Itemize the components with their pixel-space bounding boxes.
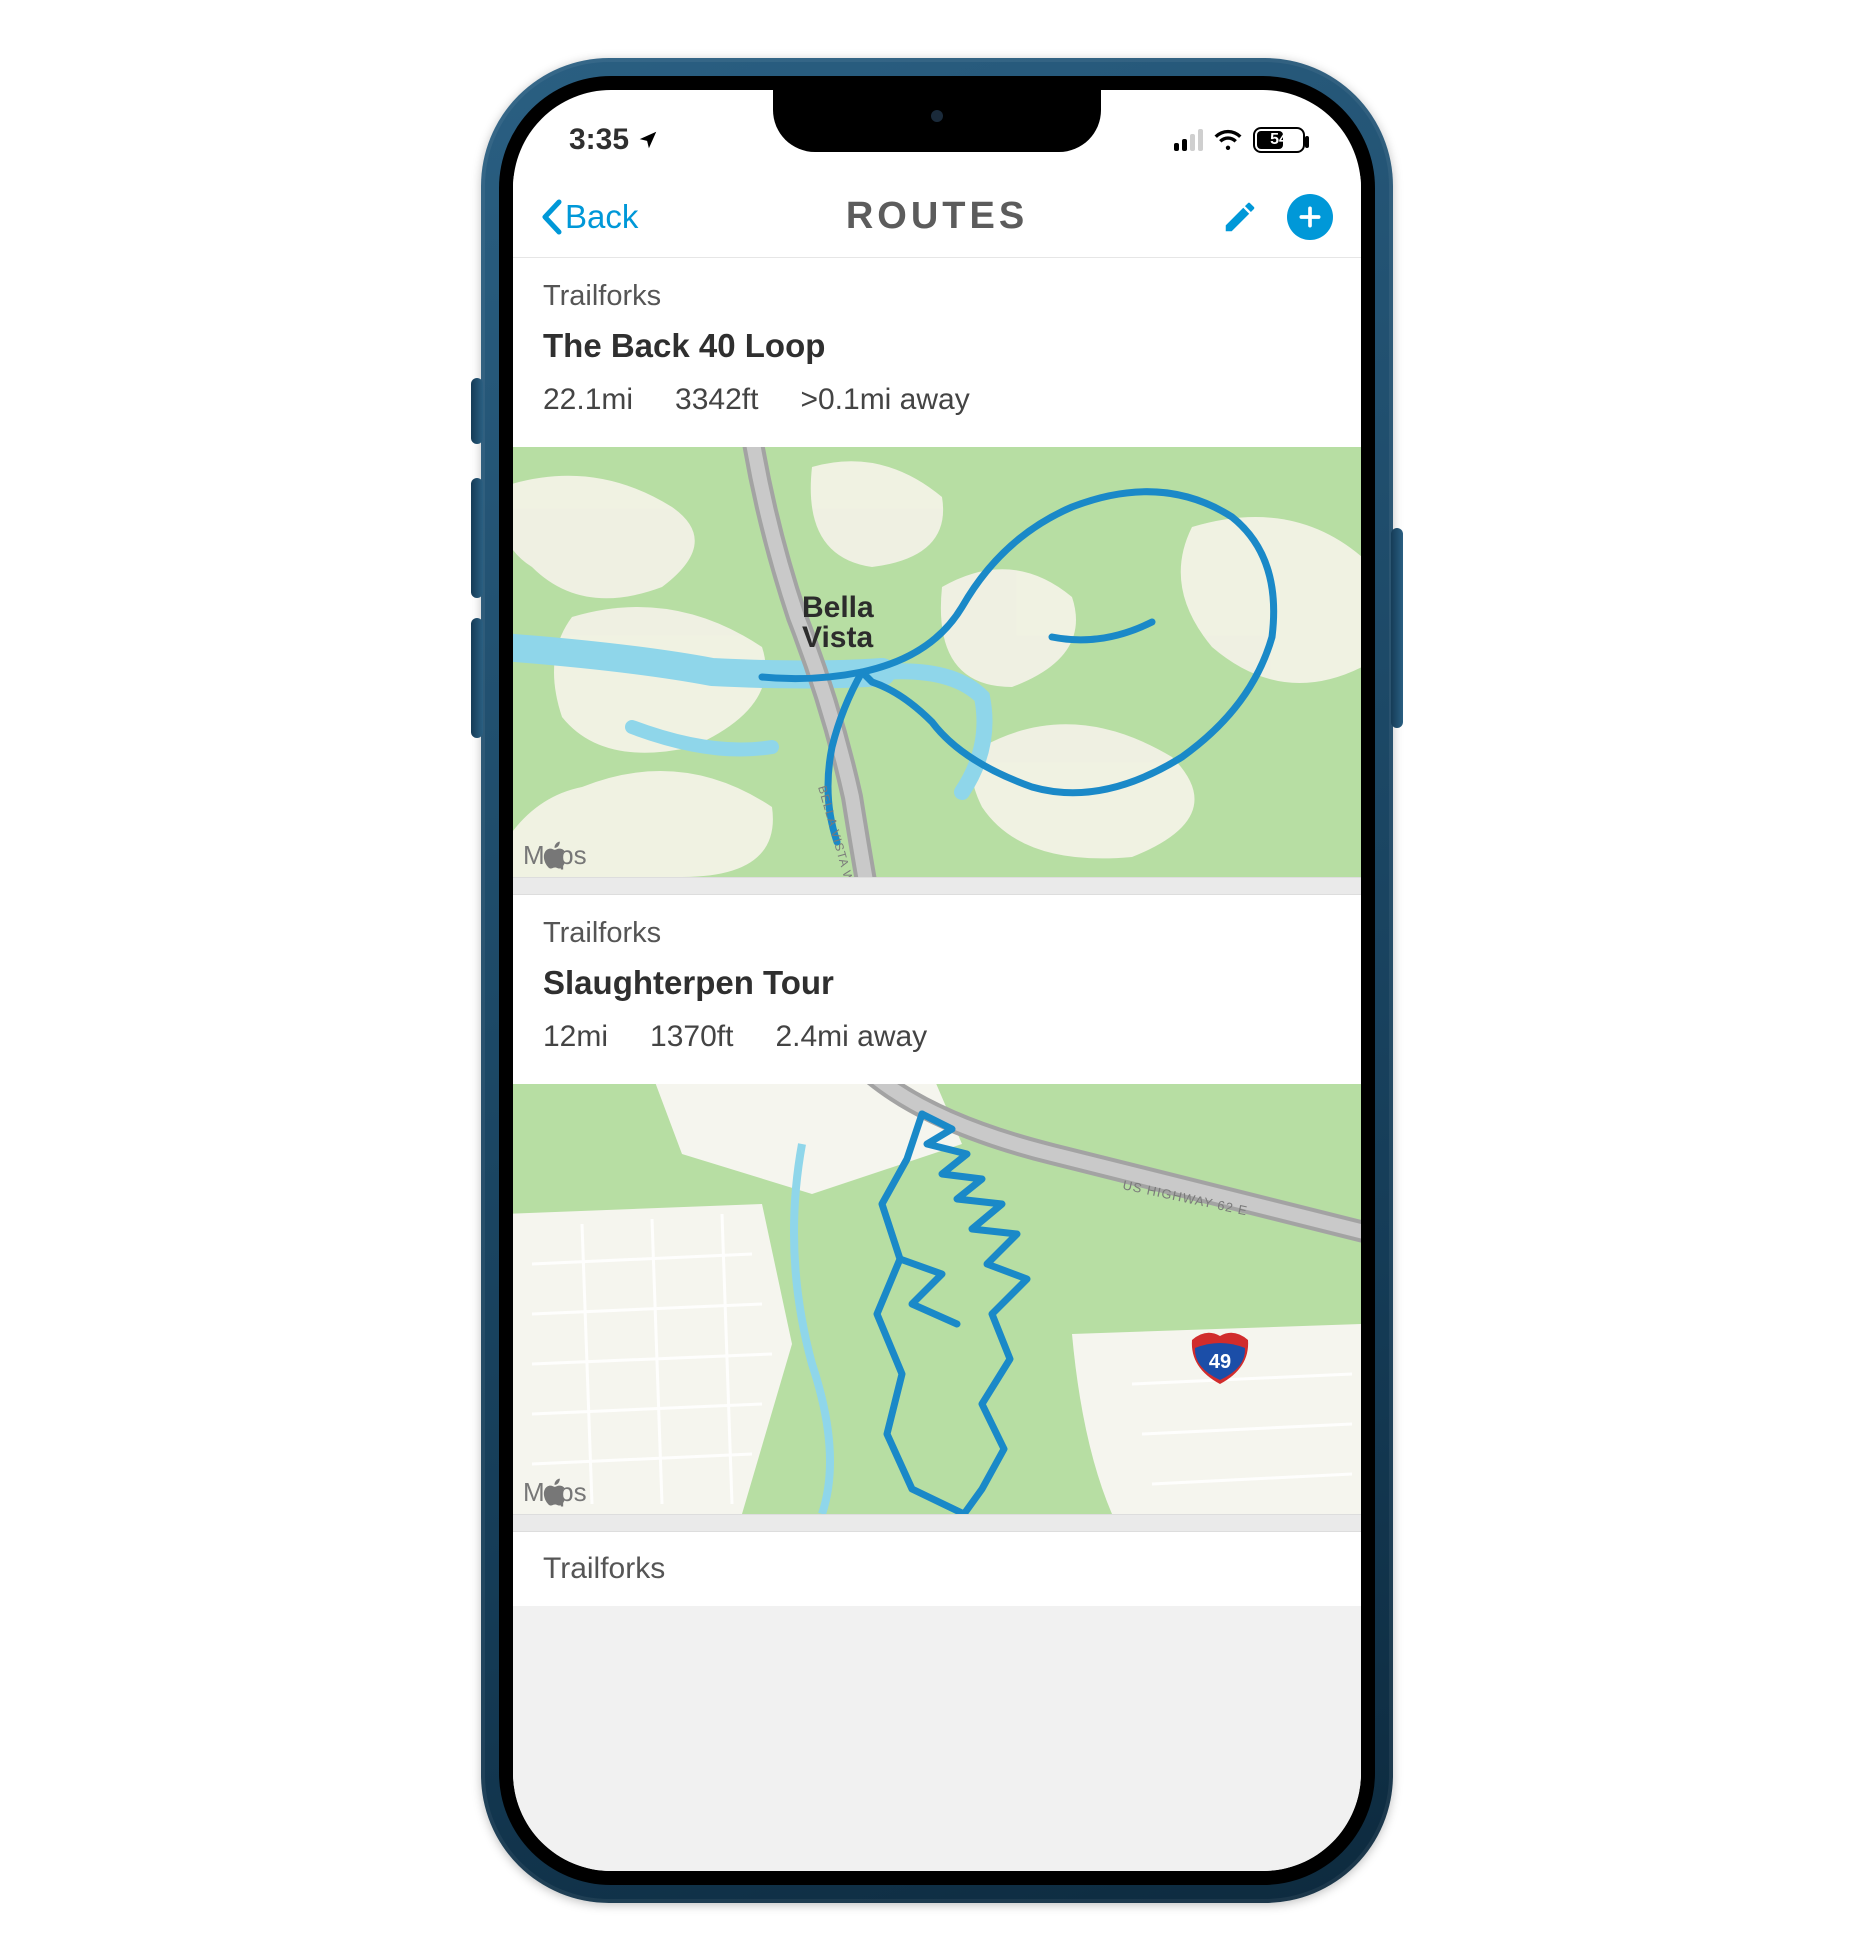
back-label: Back: [565, 198, 638, 236]
cellular-signal-icon: [1174, 129, 1203, 151]
map-canvas: Bella Vista BELLA VISTA WAY: [513, 447, 1361, 877]
route-away: >0.1mi away: [800, 383, 969, 417]
screen: 3:35 54: [513, 90, 1361, 1871]
divider: [513, 1514, 1361, 1532]
route-card[interactable]: Trailforks Slaughterpen Tour 12mi 1370ft…: [513, 895, 1361, 1514]
route-stats: 22.1mi 3342ft >0.1mi away: [543, 383, 1331, 417]
route-source: Trailforks: [543, 917, 1331, 950]
apple-icon: [523, 840, 587, 871]
chevron-left-icon: [539, 198, 563, 236]
route-card[interactable]: Trailforks The Back 40 Loop 22.1mi 3342f…: [513, 258, 1361, 877]
location-arrow-icon: [637, 129, 659, 151]
maps-attribution: Maps: [523, 1477, 587, 1508]
route-map[interactable]: US HIGHWAY 62 E: [513, 1084, 1361, 1514]
wifi-icon: [1213, 129, 1243, 151]
edit-icon[interactable]: [1221, 198, 1259, 236]
route-away: 2.4mi away: [775, 1020, 927, 1054]
route-distance: 12mi: [543, 1020, 608, 1054]
route-name: The Back 40 Loop: [543, 327, 1331, 365]
add-button[interactable]: [1287, 194, 1333, 240]
route-elevation: 3342ft: [675, 383, 758, 417]
route-card[interactable]: Trailforks: [513, 1532, 1361, 1606]
route-elevation: 1370ft: [650, 1020, 733, 1054]
notch: [773, 90, 1101, 152]
apple-icon: [523, 1477, 587, 1508]
map-place-label: Bella: [802, 591, 874, 624]
route-name: Slaughterpen Tour: [543, 964, 1331, 1002]
route-distance: 22.1mi: [543, 383, 633, 417]
maps-attribution: Maps: [523, 840, 587, 871]
mute-switch: [471, 378, 483, 444]
route-source: Trailforks: [513, 1532, 1361, 1606]
phone-frame: 3:35 54: [481, 58, 1393, 1903]
volume-up: [471, 478, 483, 598]
volume-down: [471, 618, 483, 738]
power-button: [1391, 528, 1403, 728]
battery-level: 54: [1270, 131, 1288, 149]
svg-text:Vista: Vista: [802, 621, 873, 654]
map-canvas: US HIGHWAY 62 E: [513, 1084, 1361, 1514]
route-stats: 12mi 1370ft 2.4mi away: [543, 1020, 1331, 1054]
routes-list[interactable]: Trailforks The Back 40 Loop 22.1mi 3342f…: [513, 258, 1361, 1871]
divider: [513, 877, 1361, 895]
status-time: 3:35: [569, 123, 629, 157]
route-source: Trailforks: [543, 280, 1331, 313]
back-button[interactable]: Back: [539, 176, 638, 257]
battery-indicator: 54: [1253, 127, 1305, 153]
nav-bar: Back ROUTES: [513, 176, 1361, 258]
page-title: ROUTES: [846, 195, 1028, 238]
plus-icon: [1297, 204, 1323, 230]
route-map[interactable]: Bella Vista BELLA VISTA WAY Maps: [513, 447, 1361, 877]
interstate-number: 49: [1209, 1351, 1231, 1373]
